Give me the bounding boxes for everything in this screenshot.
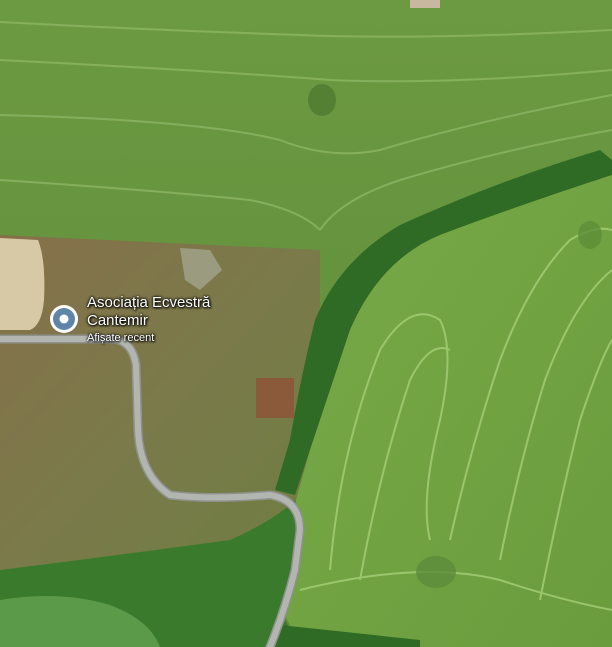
place-name-line2: Cantemir [87, 312, 148, 329]
place-label[interactable]: Asociația Ecvestră Cantemir Afișate rece… [87, 294, 210, 345]
place-pin[interactable] [49, 303, 81, 339]
satellite-map[interactable]: Asociația Ecvestră Cantemir Afișate rece… [0, 0, 612, 647]
map-pin-icon [50, 305, 78, 333]
building-ruin [256, 378, 294, 418]
pylon-east [578, 221, 602, 249]
pylon-north [308, 84, 336, 116]
structure-north [410, 0, 440, 8]
place-subtitle: Afișate recent [87, 332, 155, 344]
pylon-south [416, 556, 456, 588]
sand-arena [0, 238, 45, 330]
place-name-line1: Asociația Ecvestră [87, 294, 211, 311]
